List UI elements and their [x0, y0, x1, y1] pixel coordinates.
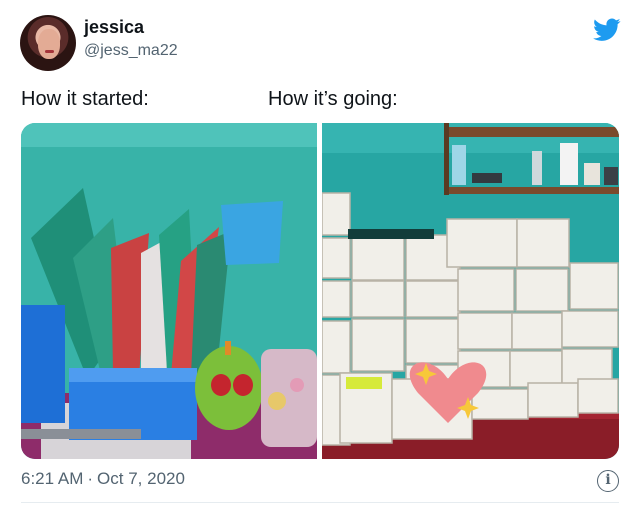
user-display-name[interactable]: jessica: [84, 17, 144, 38]
tweet-card: jessica @jess_ma22 How it started: How i…: [0, 0, 640, 506]
avatar-lips: [45, 50, 54, 53]
avatar[interactable]: [20, 15, 76, 71]
photo-how-its-going[interactable]: [322, 123, 619, 459]
tweet-date: Oct 7, 2020: [97, 469, 185, 488]
tweet-time: 6:21 AM: [21, 469, 84, 488]
user-handle[interactable]: @jess_ma22: [84, 42, 178, 60]
divider: [21, 502, 619, 503]
caption-how-it-started: How it started:: [21, 88, 149, 110]
photo-how-it-started[interactable]: [21, 123, 317, 459]
info-icon[interactable]: i: [597, 470, 619, 492]
timestamp-separator: ·: [87, 469, 94, 488]
avatar-face: [38, 29, 60, 59]
caption-how-its-going: How it’s going:: [268, 88, 398, 110]
twitter-bird-icon[interactable]: [593, 18, 621, 42]
tweet-timestamp[interactable]: 6:21 AM · Oct 7, 2020: [21, 469, 189, 489]
